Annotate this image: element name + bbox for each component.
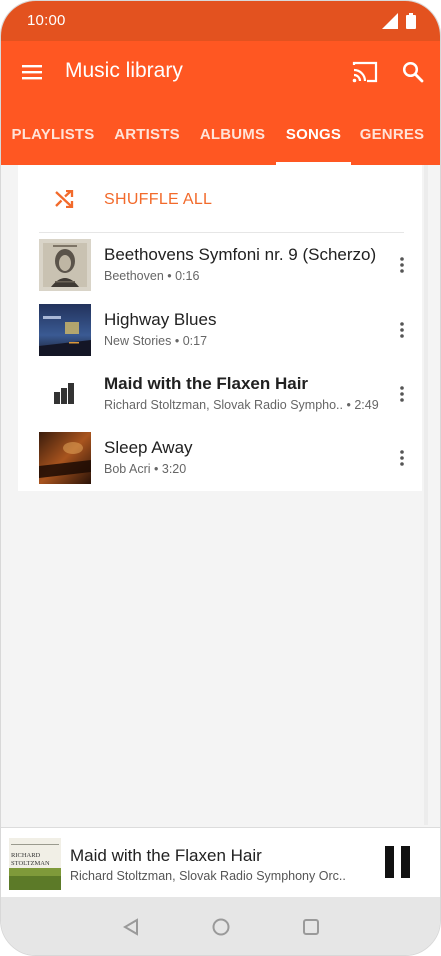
- song-subtitle: Bob Acri • 3:20: [104, 462, 187, 476]
- album-art-text: RICHARD STOLTZMAN: [11, 852, 50, 867]
- pause-icon-bar: [401, 846, 410, 878]
- recents-icon: [303, 919, 319, 935]
- songs-list: SHUFFLE ALL Beethovens Symfoni nr. 9 (Sc…: [18, 165, 422, 491]
- app-bar: Music library: [1, 41, 440, 103]
- more-vertical-icon: [400, 322, 404, 338]
- shuffle-all-button[interactable]: SHUFFLE ALL: [18, 165, 422, 233]
- song-title: Sleep Away: [104, 438, 193, 457]
- pause-icon: [385, 846, 394, 878]
- song-subtitle: Beethoven • 0:16: [104, 269, 200, 283]
- now-playing-album-art: RICHARD STOLTZMAN: [9, 838, 61, 890]
- signal-icon: [382, 13, 398, 29]
- now-playing-subtitle: Richard Stoltzman, Slovak Radio Symphony…: [70, 869, 346, 883]
- system-navigation-bar: [1, 897, 440, 955]
- scrollbar[interactable]: [424, 165, 428, 825]
- more-vertical-icon: [400, 450, 404, 466]
- home-icon: [212, 918, 230, 936]
- cast-button[interactable]: [348, 55, 382, 89]
- pause-button[interactable]: [384, 846, 412, 880]
- song-row[interactable]: Highway Blues New Stories • 0:17: [18, 298, 422, 362]
- status-time: 10:00: [27, 12, 66, 29]
- song-more-button[interactable]: [390, 314, 414, 346]
- tab-albums[interactable]: ALBUMS: [189, 103, 276, 165]
- search-icon: [402, 61, 424, 83]
- now-playing-title: Maid with the Flaxen Hair: [70, 846, 262, 865]
- shuffle-icon: [55, 190, 74, 208]
- more-vertical-icon: [400, 386, 404, 402]
- home-button[interactable]: [209, 915, 233, 939]
- song-subtitle: New Stories • 0:17: [104, 334, 208, 348]
- album-art-sleep-away: [39, 432, 91, 484]
- song-more-button[interactable]: [390, 442, 414, 474]
- more-vertical-icon: [400, 257, 404, 273]
- now-playing-indicator: [39, 368, 91, 420]
- song-title: Highway Blues: [104, 310, 217, 329]
- shuffle-all-label: SHUFFLE ALL: [104, 191, 213, 208]
- album-art-beethoven: [39, 239, 91, 291]
- tab-bar: PLAYLISTS ARTISTS ALBUMS SONGS GENRES: [1, 103, 440, 165]
- phone-screen: 10:00 Music library PLAYLISTS ARTISTS AL…: [0, 0, 441, 956]
- now-playing-bar[interactable]: RICHARD STOLTZMAN Maid with the Flaxen H…: [1, 827, 440, 897]
- song-title: Maid with the Flaxen Hair: [104, 374, 309, 393]
- tab-artists[interactable]: ARTISTS: [105, 103, 189, 165]
- song-row-playing[interactable]: Maid with the Flaxen Hair Richard Stoltz…: [18, 362, 422, 426]
- recents-button[interactable]: [299, 915, 323, 939]
- page-title: Music library: [65, 59, 183, 82]
- song-row[interactable]: Beethovens Symfoni nr. 9 (Scherzo) Beeth…: [18, 233, 422, 297]
- menu-button[interactable]: [15, 55, 49, 89]
- status-icons: [382, 13, 416, 29]
- song-more-button[interactable]: [390, 378, 414, 410]
- song-title: Beethovens Symfoni nr. 9 (Scherzo): [104, 245, 377, 264]
- back-icon: [123, 918, 138, 936]
- search-button[interactable]: [396, 55, 430, 89]
- equalizer-icon: [54, 383, 74, 404]
- status-bar: 10:00: [1, 1, 440, 41]
- song-row[interactable]: Sleep Away Bob Acri • 3:20: [18, 426, 422, 490]
- album-art-highway: [39, 304, 91, 356]
- battery-icon: [406, 13, 416, 29]
- cast-icon: [352, 61, 378, 83]
- back-button[interactable]: [119, 915, 143, 939]
- tab-playlists[interactable]: PLAYLISTS: [1, 103, 105, 165]
- tab-genres[interactable]: GENRES: [351, 103, 433, 165]
- hamburger-menu-icon: [22, 65, 42, 80]
- song-subtitle: Richard Stoltzman, Slovak Radio Sympho..…: [104, 398, 379, 412]
- tab-songs[interactable]: SONGS: [276, 103, 351, 165]
- song-more-button[interactable]: [390, 249, 414, 281]
